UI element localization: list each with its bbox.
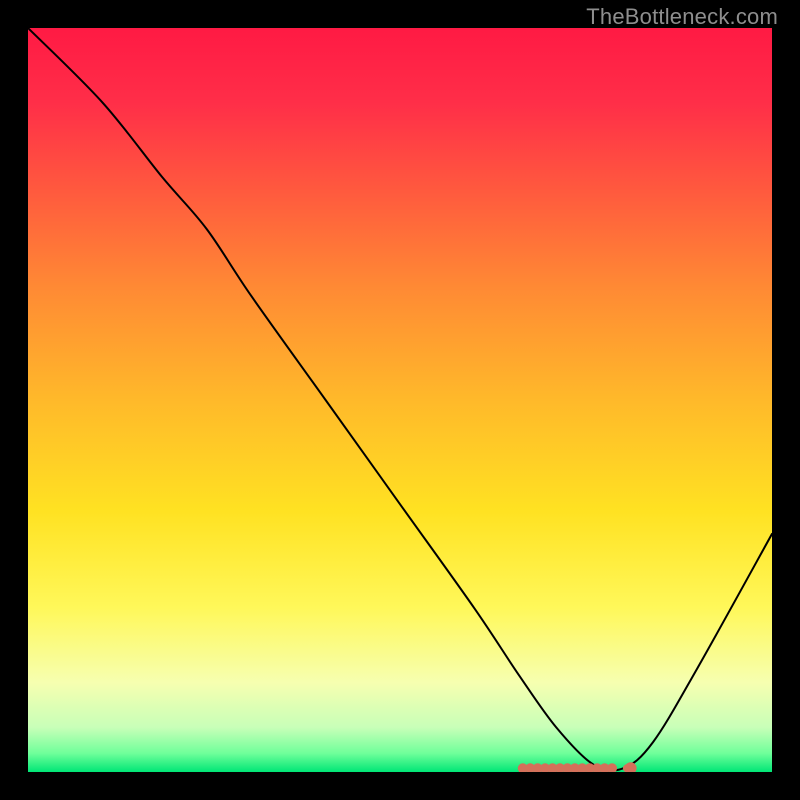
watermark-text: TheBottleneck.com [586, 4, 778, 30]
optimum-marker [607, 763, 617, 772]
plot-area [28, 28, 772, 772]
bottleneck-curve [28, 28, 772, 771]
optimum-marker [625, 762, 637, 772]
chart-curve-layer [28, 28, 772, 772]
